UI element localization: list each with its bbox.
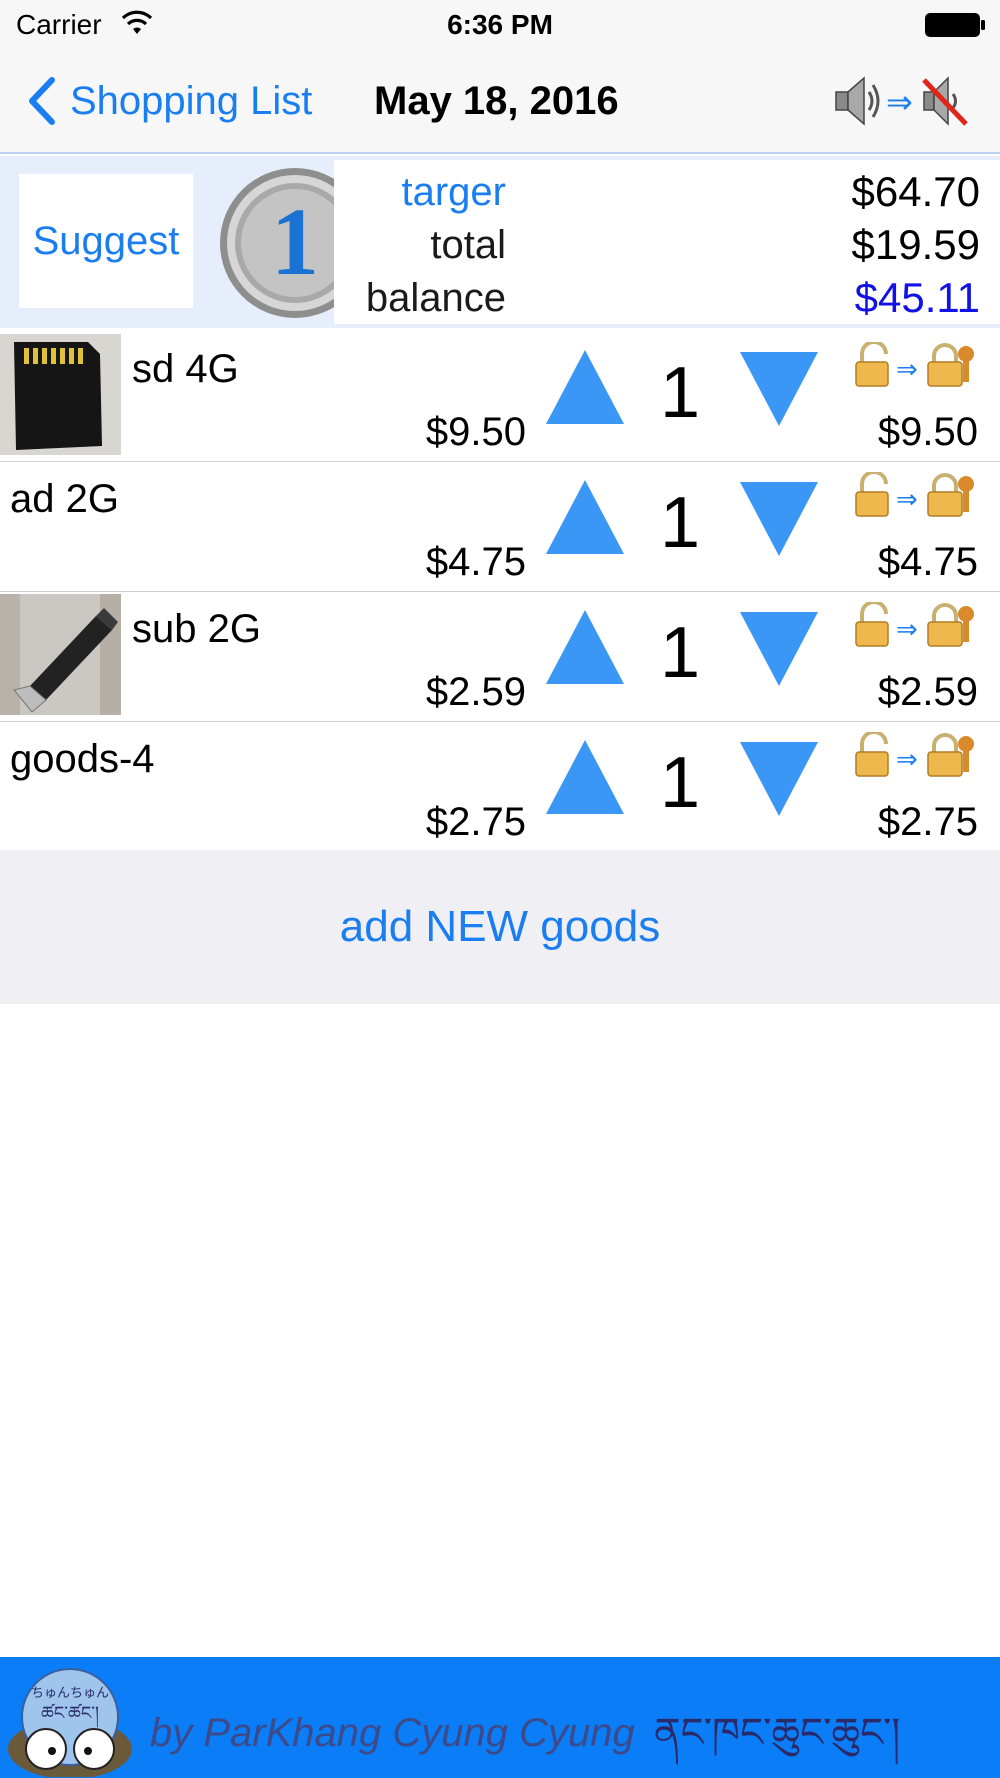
increase-quantity-icon[interactable]: [546, 740, 624, 814]
sd-card-thumbnail: [0, 334, 121, 455]
item-quantity: 1: [659, 353, 701, 433]
status-bar: Carrier 6:36 PM: [0, 0, 1000, 50]
usb-stick-thumbnail: [0, 594, 121, 715]
item-total: $2.75: [877, 800, 978, 844]
balance-label: balance: [365, 276, 506, 320]
decrease-quantity-icon[interactable]: [740, 352, 818, 426]
item-price: $2.59: [425, 670, 526, 714]
item-quantity: 1: [659, 743, 701, 823]
add-goods-area: add NEW goods: [0, 850, 1000, 1004]
budget-summary: Suggest 1 targer $64.70 total $19.59 bal…: [0, 156, 1000, 328]
balance-value: $45.11: [854, 274, 980, 321]
target-value: $64.70: [851, 168, 980, 215]
credit-tibetan: ནང་ཁང་ཆུང་ཆུང་།: [653, 1711, 901, 1755]
page-title: May 18, 2016: [374, 79, 619, 123]
list-item[interactable]: ad 2G $4.75 1 ⇒ $4.75: [0, 462, 1000, 592]
decrease-quantity-icon[interactable]: [740, 742, 818, 816]
item-price: $4.75: [425, 540, 526, 584]
back-label: Shopping List: [70, 78, 313, 123]
item-name: sub 2G: [132, 607, 261, 651]
footer-credit: by ParKhang Cyung Cyung ནང་ཁང་ཆུང་ཆུང་།: [150, 1687, 900, 1778]
svg-text:⇒: ⇒: [896, 355, 918, 385]
svg-text:⇒: ⇒: [896, 615, 918, 645]
app-logo-icon: ちゅんちゅん ཚང་ཚང་།: [8, 1668, 132, 1777]
total-label: total: [430, 223, 506, 267]
chevron-left-icon: [29, 77, 55, 125]
decrease-quantity-icon[interactable]: [740, 482, 818, 556]
list-item[interactable]: sd 4G $9.50 1 ⇒ $9.50: [0, 332, 1000, 462]
lock-toggle-icon[interactable]: ⇒: [854, 732, 976, 778]
item-price: $2.75: [425, 800, 526, 844]
coin-badge-icon: 1: [220, 168, 334, 318]
target-label: targer: [401, 170, 507, 214]
status-time: 6:36 PM: [447, 9, 553, 40]
increase-quantity-icon[interactable]: [546, 480, 624, 554]
item-quantity: 1: [659, 613, 701, 693]
sound-toggle-icon[interactable]: ⇒: [832, 70, 970, 130]
footer-banner[interactable]: ちゅんちゅん ཚང་ཚང་། by ParKhang Cyung Cyung ན…: [0, 1657, 1000, 1778]
item-price: $9.50: [425, 410, 526, 454]
item-name: goods-4: [10, 737, 155, 781]
svg-text:⇒: ⇒: [896, 485, 918, 515]
decrease-quantity-icon[interactable]: [740, 612, 818, 686]
item-total: $2.59: [877, 670, 978, 714]
add-goods-button[interactable]: add NEW goods: [340, 902, 660, 952]
battery-icon: [925, 13, 985, 37]
credit-text: by ParKhang Cyung Cyung: [150, 1711, 635, 1755]
svg-text:⇒: ⇒: [886, 83, 913, 121]
back-button[interactable]: Shopping List: [26, 76, 312, 126]
item-name: sd 4G: [132, 347, 239, 391]
increase-quantity-icon[interactable]: [546, 350, 624, 424]
item-quantity: 1: [659, 483, 701, 563]
svg-text:1: 1: [271, 188, 319, 295]
svg-text:⇒: ⇒: [896, 745, 918, 775]
list-item[interactable]: sub 2G $2.59 1 ⇒ $2.59: [0, 592, 1000, 722]
lock-toggle-icon[interactable]: ⇒: [854, 342, 976, 388]
item-total: $4.75: [877, 540, 978, 584]
lock-toggle-icon[interactable]: ⇒: [854, 472, 976, 518]
total-value: $19.59: [851, 221, 980, 268]
item-name: ad 2G: [10, 477, 119, 521]
navigation-bar: Shopping List May 18, 2016 ⇒: [0, 50, 1000, 154]
increase-quantity-icon[interactable]: [546, 610, 624, 684]
totals-panel: targer $64.70 total $19.59 balance $45.1…: [334, 160, 1000, 324]
lock-toggle-icon[interactable]: ⇒: [854, 602, 976, 648]
suggest-button[interactable]: Suggest: [19, 174, 193, 308]
list-item[interactable]: goods-4 $2.75 1 ⇒ $2.75: [0, 722, 1000, 852]
logo-text: ちゅんちゅん: [31, 1686, 109, 1701]
item-total: $9.50: [877, 410, 978, 454]
